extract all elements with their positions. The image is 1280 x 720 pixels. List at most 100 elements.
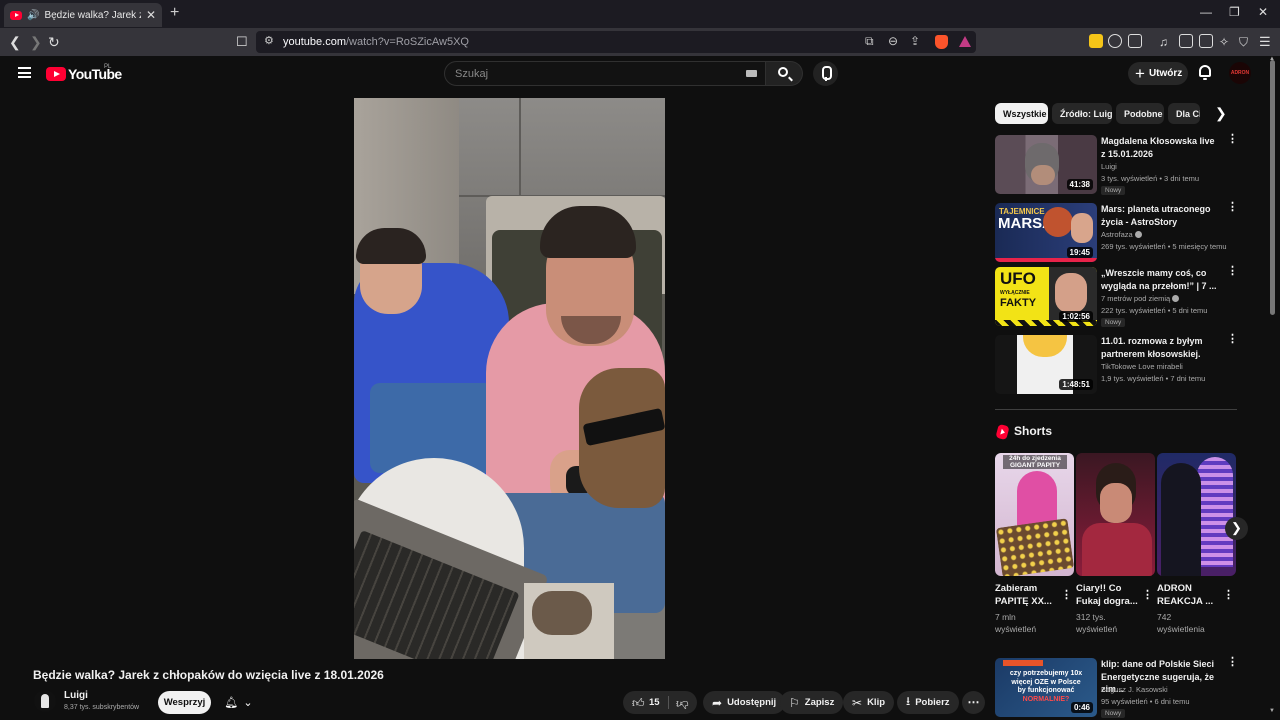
shorts-next-chevron-icon[interactable]: ❯: [1225, 517, 1248, 540]
browser-tab-active[interactable]: 🔊 Będzie walka? Jarek z chłopa ✕: [4, 3, 162, 27]
rec-title[interactable]: „Wreszcie mamy coś, co wygląda na przeło…: [1101, 267, 1219, 292]
page-scrollbar[interactable]: [1270, 60, 1275, 315]
sidebar-toggle-icon[interactable]: [1179, 34, 1193, 48]
search-input[interactable]: Szukaj: [444, 61, 766, 86]
account-avatar[interactable]: ADRON: [1229, 62, 1251, 84]
more-vert-icon[interactable]: ⋮: [1227, 334, 1238, 345]
clip-button[interactable]: ✂ Klip: [843, 691, 895, 714]
more-actions-icon[interactable]: ⋯: [962, 691, 985, 714]
like-count[interactable]: 15: [649, 697, 660, 708]
voice-search-icon[interactable]: [813, 61, 838, 86]
search-placeholder: Szukaj: [455, 68, 489, 80]
video-thumbnail[interactable]: TAJEMNICE MARSA 19:45: [995, 203, 1097, 262]
speaker-icon[interactable]: 🔊: [27, 10, 39, 21]
chip-for-you[interactable]: Dla Ciebie: [1168, 103, 1200, 124]
short-item[interactable]: ADRON REAKCJA ... 742 wyświetlenia ⋮: [1157, 453, 1236, 635]
rec-title[interactable]: Magdalena Kłosowska live z 15.01.2026: [1101, 135, 1219, 160]
short-title[interactable]: Ciary!! Co Fukaj dogra...: [1076, 582, 1138, 608]
extension-yellow-icon[interactable]: [1089, 34, 1103, 48]
more-vert-icon[interactable]: ⋮: [1227, 657, 1238, 668]
chip-similar[interactable]: Podobne: [1116, 103, 1164, 124]
like-icon[interactable]: 👍︎: [632, 696, 645, 711]
back-icon[interactable]: ❮: [9, 33, 21, 51]
short-item[interactable]: 24h do zjedzenia GIGANT PAPITY Zabieram …: [995, 453, 1074, 635]
reload-icon[interactable]: ↻: [48, 33, 60, 51]
more-vert-icon[interactable]: ⋮: [1061, 588, 1072, 601]
rec-channel[interactable]: Bogusz J. Kasowski: [1101, 685, 1168, 694]
keyboard-icon[interactable]: [746, 70, 757, 77]
short-thumbnail[interactable]: [1076, 453, 1155, 576]
dislike-icon[interactable]: 👍︎: [676, 696, 689, 711]
search-button[interactable]: [766, 61, 803, 86]
chevron-right-icon[interactable]: ❯: [1215, 105, 1227, 122]
youtube-logo[interactable]: YouTube PL: [46, 64, 122, 82]
channel-name[interactable]: Luigi: [64, 690, 88, 701]
leo-ai-icon[interactable]: ✧: [1219, 33, 1229, 51]
minimize-icon[interactable]: —: [1200, 5, 1212, 19]
video-thumbnail[interactable]: 41:38: [995, 135, 1097, 194]
tab-title: Będzie walka? Jarek z chłopa: [44, 9, 140, 21]
video-player[interactable]: [354, 98, 665, 659]
bookmark-icon[interactable]: ☐: [236, 33, 248, 51]
recommendation-item[interactable]: UFO WYŁĄCZNIE FAKTY 1:02:56 „Wreszcie ma…: [995, 266, 1245, 329]
rec-channel[interactable]: Luigi: [1101, 162, 1117, 171]
rec-title[interactable]: 11.01. rozmowa z byłym partnerem kłosows…: [1101, 335, 1219, 360]
short-thumbnail[interactable]: [1157, 453, 1236, 576]
browser-menu-icon[interactable]: ☰: [1259, 33, 1271, 51]
share-page-icon[interactable]: ⇪: [910, 34, 920, 48]
short-title[interactable]: ADRON REAKCJA ...: [1157, 582, 1219, 608]
recommendation-item[interactable]: 1:48:51 11.01. rozmowa z byłym partnerem…: [995, 334, 1245, 397]
rec-channel[interactable]: Astrofaza: [1101, 230, 1142, 239]
video-thumbnail[interactable]: 1:48:51: [995, 335, 1097, 394]
more-vert-icon[interactable]: ⋮: [1223, 588, 1234, 601]
address-bar[interactable]: ⚙ youtube.com/watch?v=RoSZicAw5XQ ⧉ ⊖ ⇪: [256, 31, 976, 53]
brave-rewards-icon[interactable]: [959, 36, 971, 47]
more-vert-icon[interactable]: ⋮: [1142, 588, 1153, 601]
restore-icon[interactable]: ❐: [1229, 5, 1240, 19]
channel-avatar[interactable]: [34, 690, 56, 712]
open-external-icon[interactable]: ⧉: [865, 34, 874, 49]
recommendation-item[interactable]: TAJEMNICE MARSA 19:45 Mars: planeta utra…: [995, 202, 1245, 265]
notification-settings-button[interactable]: 🔔︎ ⌄: [217, 691, 260, 714]
forward-icon[interactable]: ❯: [30, 33, 42, 51]
guide-menu-icon[interactable]: [18, 67, 31, 78]
recommendation-item[interactable]: 41:38 Magdalena Kłosowska live z 15.01.2…: [995, 134, 1245, 197]
rec-title[interactable]: Mars: planeta utraconego życia - AstroSt…: [1101, 203, 1219, 228]
rec-channel[interactable]: TikTokowe Love mirabeli: [1101, 362, 1183, 371]
short-title[interactable]: Zabieram PAPITĘ XX...: [995, 582, 1057, 608]
notifications-bell-icon[interactable]: [1199, 65, 1211, 80]
create-button[interactable]: + Utwórz: [1128, 62, 1188, 85]
rec-meta: 3 tys. wyświetleń • 3 dni temu: [1101, 174, 1200, 183]
rec-channel[interactable]: 7 metrów pod ziemią: [1101, 294, 1180, 303]
recommendation-item[interactable]: czy potrzebujemy 10x więcej OZE w Polsce…: [995, 657, 1245, 720]
close-window-icon[interactable]: ✕: [1258, 5, 1268, 19]
create-label: Utwórz: [1148, 68, 1183, 79]
brave-shields-icon[interactable]: [935, 35, 948, 49]
vpn-shield-icon[interactable]: ⛉: [1239, 33, 1248, 51]
chip-all[interactable]: Wszystkie: [995, 103, 1048, 124]
extension-box-icon[interactable]: [1128, 34, 1142, 48]
share-button[interactable]: ➦ Udostępnij: [703, 691, 786, 714]
support-button[interactable]: Wesprzyj: [158, 691, 211, 714]
video-thumbnail[interactable]: czy potrzebujemy 10x więcej OZE w Polsce…: [995, 658, 1097, 717]
save-button[interactable]: ⚐ Zapisz: [780, 691, 844, 714]
scroll-down-icon[interactable]: ▼: [1269, 708, 1275, 714]
extensions-puzzle-icon[interactable]: [1108, 34, 1122, 48]
music-icon[interactable]: ♫: [1159, 33, 1168, 51]
more-vert-icon[interactable]: ⋮: [1227, 134, 1238, 145]
close-tab-icon[interactable]: ✕: [146, 8, 156, 22]
download-button[interactable]: ⭳ Pobierz: [897, 691, 959, 714]
more-vert-icon[interactable]: ⋮: [1227, 202, 1238, 213]
short-item[interactable]: Ciary!! Co Fukaj dogra... 312 tys. wyświ…: [1076, 453, 1155, 635]
new-badge: Nowy: [1101, 186, 1126, 195]
zoom-icon[interactable]: ⊖: [888, 34, 898, 48]
more-vert-icon[interactable]: ⋮: [1227, 266, 1238, 277]
verified-icon: [1134, 231, 1142, 238]
video-thumbnail[interactable]: UFO WYŁĄCZNIE FAKTY 1:02:56: [995, 267, 1097, 326]
new-tab-icon[interactable]: +: [170, 4, 179, 22]
site-settings-icon[interactable]: ⚙: [264, 34, 274, 47]
short-thumbnail[interactable]: 24h do zjedzenia GIGANT PAPITY: [995, 453, 1074, 576]
chip-source[interactable]: Źródło: Luigi: [1052, 103, 1112, 124]
short-views: 312 tys. wyświetleń: [1076, 612, 1118, 634]
wallet-icon[interactable]: [1199, 34, 1213, 48]
